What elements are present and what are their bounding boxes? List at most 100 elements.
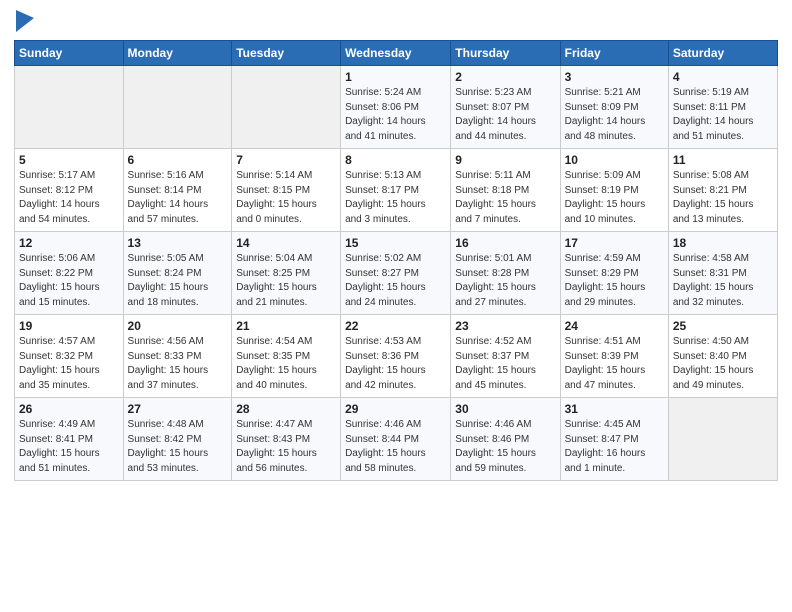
header — [14, 10, 778, 32]
day-number: 24 — [565, 319, 664, 333]
calendar-table: SundayMondayTuesdayWednesdayThursdayFrid… — [14, 40, 778, 481]
day-number: 7 — [236, 153, 336, 167]
day-number: 26 — [19, 402, 119, 416]
day-info: Sunrise: 4:59 AMSunset: 8:29 PMDaylight:… — [565, 252, 664, 310]
day-info: Sunrise: 4:53 AMSunset: 8:36 PMDaylight:… — [345, 335, 446, 393]
weekday-header-sunday: Sunday — [15, 41, 124, 66]
day-info: Sunrise: 5:05 AMSunset: 8:24 PMDaylight:… — [128, 252, 228, 310]
calendar-cell: 2 Sunrise: 5:23 AMSunset: 8:07 PMDaylight… — [451, 66, 560, 149]
calendar-cell: 13 Sunrise: 5:05 AMSunset: 8:24 PMDayligh… — [123, 232, 232, 315]
day-info: Sunrise: 4:50 AMSunset: 8:40 PMDaylight:… — [673, 335, 773, 393]
calendar-cell: 22Sunrise: 4:53 AMSunset: 8:36 PMDayligh… — [341, 315, 451, 398]
weekday-header-monday: Monday — [123, 41, 232, 66]
day-info: Sunrise: 5:04 AMSunset: 8:25 PMDaylight:… — [236, 252, 336, 310]
day-info: Sunrise: 4:47 AMSunset: 8:43 PMDaylight:… — [236, 418, 336, 476]
day-info: Sunrise: 5:01 AMSunset: 8:28 PMDaylight:… — [455, 252, 555, 310]
day-info: Sunrise: 4:46 AMSunset: 8:46 PMDaylight:… — [455, 418, 555, 476]
calendar-cell: 4 Sunrise: 5:19 AMSunset: 8:11 PMDaylight… — [668, 66, 777, 149]
day-info: Sunrise: 5:17 AMSunset: 8:12 PMDaylight:… — [19, 169, 119, 227]
day-number: 8 — [345, 153, 446, 167]
day-info: Sunrise: 5:06 AMSunset: 8:22 PMDaylight:… — [19, 252, 119, 310]
calendar-cell: 28 Sunrise: 4:47 AMSunset: 8:43 PMDayligh… — [232, 398, 341, 481]
calendar-header-row: SundayMondayTuesdayWednesdayThursdayFrid… — [15, 41, 778, 66]
day-number: 14 — [236, 236, 336, 250]
calendar-cell: 7 Sunrise: 5:14 AMSunset: 8:15 PMDaylight… — [232, 149, 341, 232]
day-info: Sunrise: 4:56 AMSunset: 8:33 PMDaylight:… — [128, 335, 228, 393]
day-number: 28 — [236, 402, 336, 416]
page: SundayMondayTuesdayWednesdayThursdayFrid… — [0, 0, 792, 491]
day-info: Sunrise: 4:58 AMSunset: 8:31 PMDaylight:… — [673, 252, 773, 310]
day-number: 9 — [455, 153, 555, 167]
day-info: Sunrise: 5:13 AMSunset: 8:17 PMDaylight:… — [345, 169, 446, 227]
day-number: 31 — [565, 402, 664, 416]
calendar-cell: 24 Sunrise: 4:51 AMSunset: 8:39 PMDayligh… — [560, 315, 668, 398]
day-number: 13 — [128, 236, 228, 250]
day-info: Sunrise: 4:51 AMSunset: 8:39 PMDaylight:… — [565, 335, 664, 393]
calendar-cell: 31Sunrise: 4:45 AMSunset: 8:47 PMDayligh… — [560, 398, 668, 481]
calendar-week-row: 1 Sunrise: 5:24 AMSunset: 8:06 PMDaylight… — [15, 66, 778, 149]
calendar-cell: 29 Sunrise: 4:46 AMSunset: 8:44 PMDayligh… — [341, 398, 451, 481]
day-info: Sunrise: 5:09 AMSunset: 8:19 PMDaylight:… — [565, 169, 664, 227]
calendar-cell: 11Sunrise: 5:08 AMSunset: 8:21 PMDayligh… — [668, 149, 777, 232]
calendar-cell: 15 Sunrise: 5:02 AMSunset: 8:27 PMDayligh… — [341, 232, 451, 315]
calendar-cell: 14 Sunrise: 5:04 AMSunset: 8:25 PMDayligh… — [232, 232, 341, 315]
day-info: Sunrise: 5:23 AMSunset: 8:07 PMDaylight:… — [455, 86, 555, 144]
calendar-cell — [668, 398, 777, 481]
weekday-header-saturday: Saturday — [668, 41, 777, 66]
day-number: 12 — [19, 236, 119, 250]
day-info: Sunrise: 4:46 AMSunset: 8:44 PMDaylight:… — [345, 418, 446, 476]
calendar-cell — [232, 66, 341, 149]
weekday-header-thursday: Thursday — [451, 41, 560, 66]
day-number: 21 — [236, 319, 336, 333]
day-info: Sunrise: 5:24 AMSunset: 8:06 PMDaylight:… — [345, 86, 446, 144]
day-number: 18 — [673, 236, 773, 250]
calendar-cell: 12 Sunrise: 5:06 AMSunset: 8:22 PMDayligh… — [15, 232, 124, 315]
day-info: Sunrise: 5:02 AMSunset: 8:27 PMDaylight:… — [345, 252, 446, 310]
day-number: 10 — [565, 153, 664, 167]
logo — [14, 10, 34, 32]
weekday-header-wednesday: Wednesday — [341, 41, 451, 66]
calendar-cell — [15, 66, 124, 149]
day-number: 16 — [455, 236, 555, 250]
weekday-header-friday: Friday — [560, 41, 668, 66]
day-number: 15 — [345, 236, 446, 250]
day-number: 4 — [673, 70, 773, 84]
calendar-week-row: 12 Sunrise: 5:06 AMSunset: 8:22 PMDayligh… — [15, 232, 778, 315]
day-number: 29 — [345, 402, 446, 416]
calendar-week-row: 19 Sunrise: 4:57 AMSunset: 8:32 PMDayligh… — [15, 315, 778, 398]
day-info: Sunrise: 5:14 AMSunset: 8:15 PMDaylight:… — [236, 169, 336, 227]
day-number: 30 — [455, 402, 555, 416]
day-info: Sunrise: 4:57 AMSunset: 8:32 PMDaylight:… — [19, 335, 119, 393]
day-info: Sunrise: 5:11 AMSunset: 8:18 PMDaylight:… — [455, 169, 555, 227]
day-number: 3 — [565, 70, 664, 84]
calendar-cell: 5Sunrise: 5:17 AMSunset: 8:12 PMDaylight… — [15, 149, 124, 232]
day-info: Sunrise: 4:52 AMSunset: 8:37 PMDaylight:… — [455, 335, 555, 393]
calendar-cell: 19 Sunrise: 4:57 AMSunset: 8:32 PMDayligh… — [15, 315, 124, 398]
day-number: 23 — [455, 319, 555, 333]
day-number: 17 — [565, 236, 664, 250]
calendar-cell: 23 Sunrise: 4:52 AMSunset: 8:37 PMDayligh… — [451, 315, 560, 398]
logo-icon — [16, 10, 34, 32]
day-info: Sunrise: 5:16 AMSunset: 8:14 PMDaylight:… — [128, 169, 228, 227]
day-number: 19 — [19, 319, 119, 333]
day-info: Sunrise: 5:19 AMSunset: 8:11 PMDaylight:… — [673, 86, 773, 144]
calendar-cell: 3 Sunrise: 5:21 AMSunset: 8:09 PMDaylight… — [560, 66, 668, 149]
calendar-cell: 27 Sunrise: 4:48 AMSunset: 8:42 PMDayligh… — [123, 398, 232, 481]
day-number: 2 — [455, 70, 555, 84]
calendar-cell: 25Sunrise: 4:50 AMSunset: 8:40 PMDayligh… — [668, 315, 777, 398]
calendar-cell: 17 Sunrise: 4:59 AMSunset: 8:29 PMDayligh… — [560, 232, 668, 315]
day-info: Sunrise: 4:48 AMSunset: 8:42 PMDaylight:… — [128, 418, 228, 476]
calendar-week-row: 5Sunrise: 5:17 AMSunset: 8:12 PMDaylight… — [15, 149, 778, 232]
day-number: 1 — [345, 70, 446, 84]
day-number: 11 — [673, 153, 773, 167]
calendar-cell: 8 Sunrise: 5:13 AMSunset: 8:17 PMDaylight… — [341, 149, 451, 232]
day-info: Sunrise: 4:49 AMSunset: 8:41 PMDaylight:… — [19, 418, 119, 476]
calendar-cell: 16 Sunrise: 5:01 AMSunset: 8:28 PMDayligh… — [451, 232, 560, 315]
calendar-cell: 6 Sunrise: 5:16 AMSunset: 8:14 PMDaylight… — [123, 149, 232, 232]
day-info: Sunrise: 5:21 AMSunset: 8:09 PMDaylight:… — [565, 86, 664, 144]
calendar-cell: 1 Sunrise: 5:24 AMSunset: 8:06 PMDaylight… — [341, 66, 451, 149]
day-number: 6 — [128, 153, 228, 167]
day-number: 27 — [128, 402, 228, 416]
calendar-cell: 21Sunrise: 4:54 AMSunset: 8:35 PMDayligh… — [232, 315, 341, 398]
day-number: 20 — [128, 319, 228, 333]
